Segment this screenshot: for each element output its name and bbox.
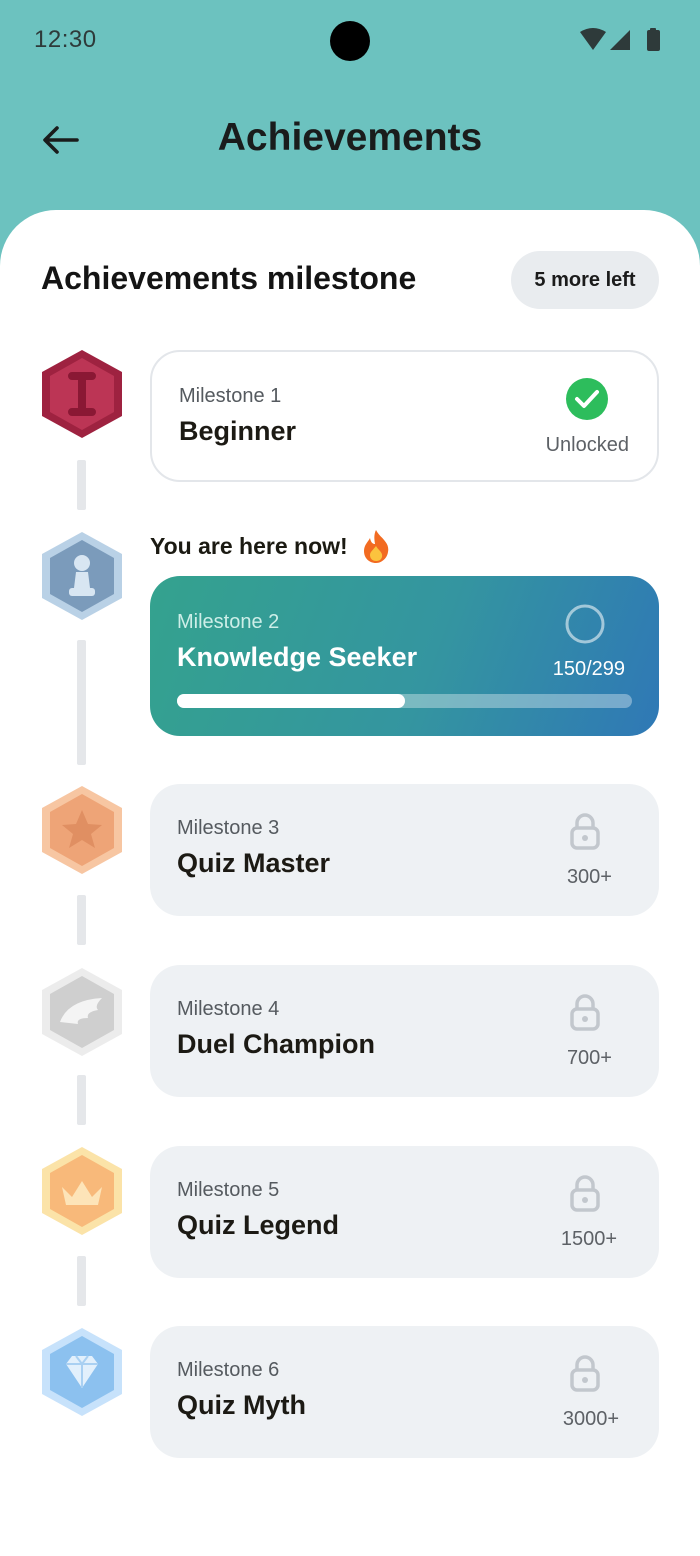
battery-icon	[647, 28, 660, 51]
wifi-icon	[580, 28, 606, 50]
progress-bar-fill	[177, 694, 405, 708]
page-title: Achievements	[217, 116, 483, 159]
milestone-progress-text: 150/299	[552, 658, 625, 680]
status-time: 12:30	[34, 26, 97, 53]
current-position-label: You are here now!	[150, 533, 348, 559]
check-circle-icon	[566, 378, 608, 420]
camera-cutout	[330, 21, 370, 61]
milestone-kicker: Milestone 5	[177, 1179, 280, 1201]
star-badge-icon	[42, 786, 122, 874]
fire-icon	[364, 530, 389, 563]
milestone-kicker: Milestone 1	[179, 385, 282, 407]
timeline-connector	[77, 895, 86, 945]
wing-badge-icon	[42, 968, 122, 1056]
milestone-card-2[interactable]: Milestone 2 Knowledge Seeker 150/299	[150, 576, 659, 736]
section-title: Achievements milestone	[41, 260, 417, 296]
timeline-connector	[77, 1075, 86, 1125]
lock-icon	[570, 994, 600, 1031]
milestone-name: Duel Champion	[177, 1029, 376, 1059]
app-header: Achievements	[0, 82, 700, 212]
content-sheet: Achievements milestone 5 more left Miles…	[0, 210, 700, 1556]
milestone-card-6[interactable]: Milestone 6 Quiz Myth 3000+	[150, 1326, 659, 1458]
diamond-badge-icon	[42, 1328, 122, 1416]
pawn-badge-icon	[42, 532, 122, 620]
milestone-card-1[interactable]: Milestone 1 Beginner Unlocked	[150, 350, 659, 482]
lock-icon	[570, 1175, 600, 1212]
milestone-threshold: 300+	[566, 866, 612, 888]
crown-badge-icon	[42, 1147, 122, 1235]
milestone-name: Quiz Myth	[177, 1390, 306, 1420]
milestone-threshold: 3000+	[562, 1408, 619, 1430]
milestone-kicker: Milestone 4	[177, 998, 280, 1020]
milestone-status: Unlocked	[545, 434, 629, 456]
milestone-name: Beginner	[179, 416, 297, 446]
lock-icon	[570, 813, 600, 850]
milestone-name: Knowledge Seeker	[177, 642, 418, 672]
milestone-kicker: Milestone 3	[177, 817, 280, 839]
milestone-threshold: 700+	[566, 1047, 612, 1069]
timeline-connector	[77, 640, 86, 765]
remaining-count-badge: 5 more left	[511, 251, 659, 309]
milestone-name: Quiz Master	[177, 848, 331, 878]
milestone-card-4[interactable]: Milestone 4 Duel Champion 700+	[150, 965, 659, 1097]
milestone-name: Quiz Legend	[177, 1210, 339, 1240]
progress-bar	[177, 694, 632, 708]
status-bar: 12:30	[0, 0, 700, 82]
timeline-connector	[77, 460, 86, 510]
milestone-kicker: Milestone 2	[177, 611, 280, 633]
milestone-kicker: Milestone 6	[177, 1359, 280, 1381]
empty-circle-icon	[565, 604, 605, 644]
status-icons	[580, 28, 660, 51]
signal-icon	[610, 30, 630, 50]
timeline-connector	[77, 1256, 86, 1306]
milestone-card-3[interactable]: Milestone 3 Quiz Master 300+	[150, 784, 659, 916]
lock-icon	[570, 1355, 600, 1392]
roman-one-badge-icon	[42, 350, 122, 438]
milestone-card-5[interactable]: Milestone 5 Quiz Legend 1500+	[150, 1146, 659, 1278]
milestone-threshold: 1500+	[560, 1228, 617, 1250]
